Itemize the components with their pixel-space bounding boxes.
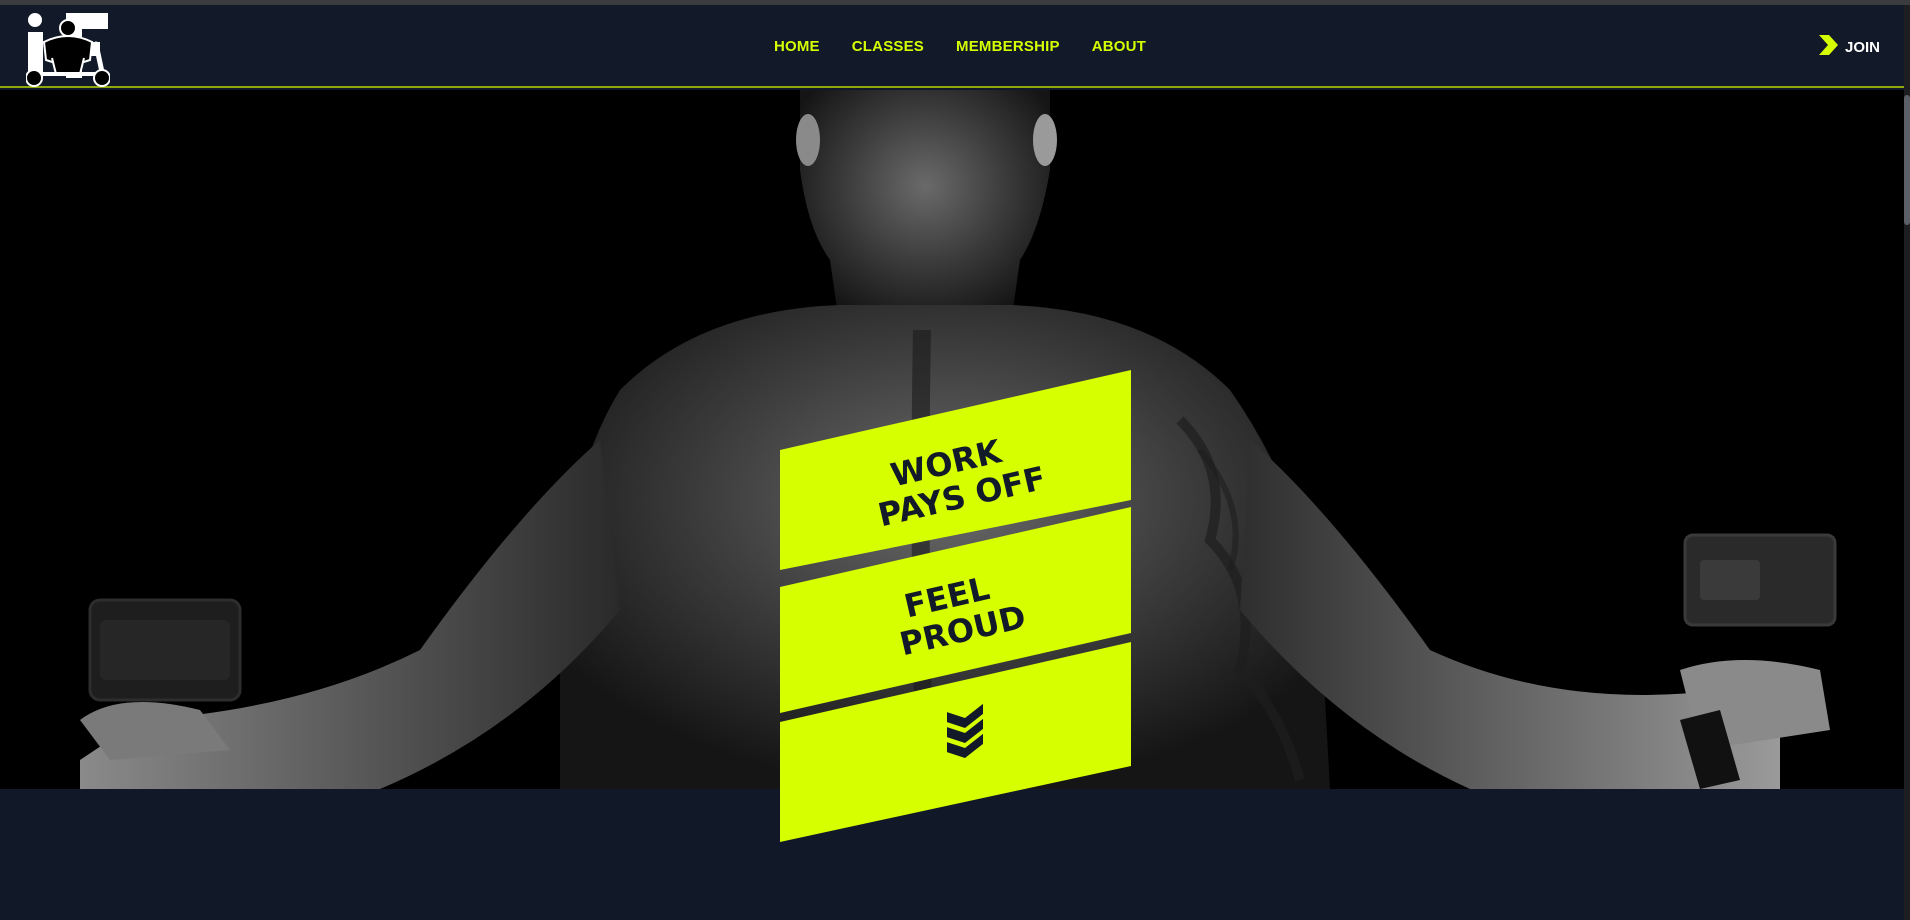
page-scrollbar[interactable] — [1904, 5, 1910, 920]
join-button[interactable]: JOIN — [1817, 34, 1880, 61]
nav-membership[interactable]: MEMBERSHIP — [956, 38, 1060, 55]
nav-classes[interactable]: CLASSES — [852, 38, 924, 55]
main-nav: HOME CLASSES MEMBERSHIP ABOUT — [0, 5, 1904, 88]
scrollbar-thumb[interactable] — [1904, 95, 1910, 225]
nav-about[interactable]: ABOUT — [1092, 38, 1146, 55]
nav-home[interactable]: HOME — [774, 38, 820, 55]
join-label: JOIN — [1844, 39, 1880, 56]
slogan-banner: WORK PAYS OFF FEEL PROUD — [780, 370, 1131, 842]
chevron-right-icon — [1817, 34, 1839, 61]
site-header: HOME CLASSES MEMBERSHIP ABOUT JOIN — [0, 5, 1904, 88]
